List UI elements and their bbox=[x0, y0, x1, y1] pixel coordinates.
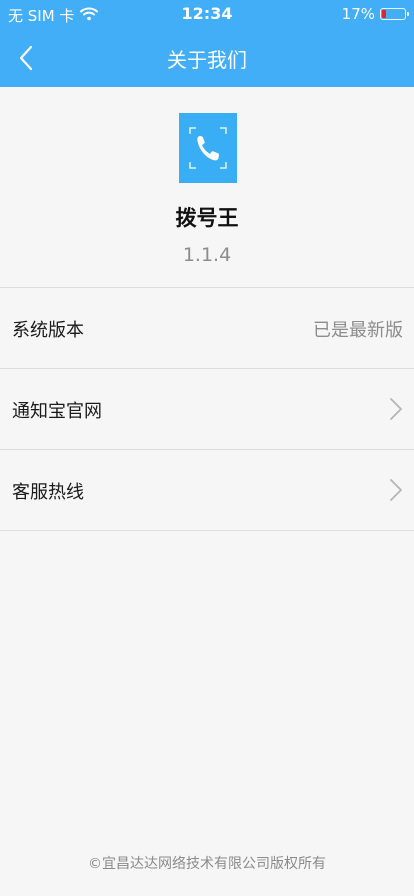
item-label: 通知宝官网 bbox=[12, 401, 102, 422]
phone-icon bbox=[189, 127, 227, 169]
page-title: 关于我们 bbox=[167, 48, 247, 72]
chevron-right-icon bbox=[390, 398, 402, 420]
status-bar: 无 SIM 卡 12:34 17% bbox=[0, 0, 414, 30]
status-right: 17% bbox=[341, 5, 409, 23]
battery-icon bbox=[380, 8, 409, 20]
chevron-right-icon bbox=[390, 479, 402, 501]
copyright-text: ©宜昌达达网络技术有限公司版权所有 bbox=[88, 856, 326, 872]
top-bar: 无 SIM 卡 12:34 17% 关于我们 bbox=[0, 0, 414, 87]
app-version: 1.1.4 bbox=[182, 244, 232, 266]
item-label: 客服热线 bbox=[12, 482, 84, 503]
battery-percent: 17% bbox=[341, 5, 375, 23]
item-label: 系统版本 bbox=[12, 320, 84, 341]
app-info-header: 拨号王 1.1.4 bbox=[0, 87, 414, 288]
list-item-official-website[interactable]: 通知宝官网 bbox=[0, 369, 414, 450]
app-logo bbox=[179, 113, 237, 183]
settings-list: 系统版本 已是最新版 通知宝官网 客服热线 bbox=[0, 288, 414, 531]
item-value: 已是最新版 bbox=[313, 320, 403, 341]
nav-bar: 关于我们 bbox=[0, 30, 414, 87]
list-item-system-version: 系统版本 已是最新版 bbox=[0, 288, 414, 369]
list-item-customer-hotline[interactable]: 客服热线 bbox=[0, 450, 414, 531]
battery-level bbox=[382, 10, 386, 18]
app-name: 拨号王 bbox=[175, 206, 239, 230]
